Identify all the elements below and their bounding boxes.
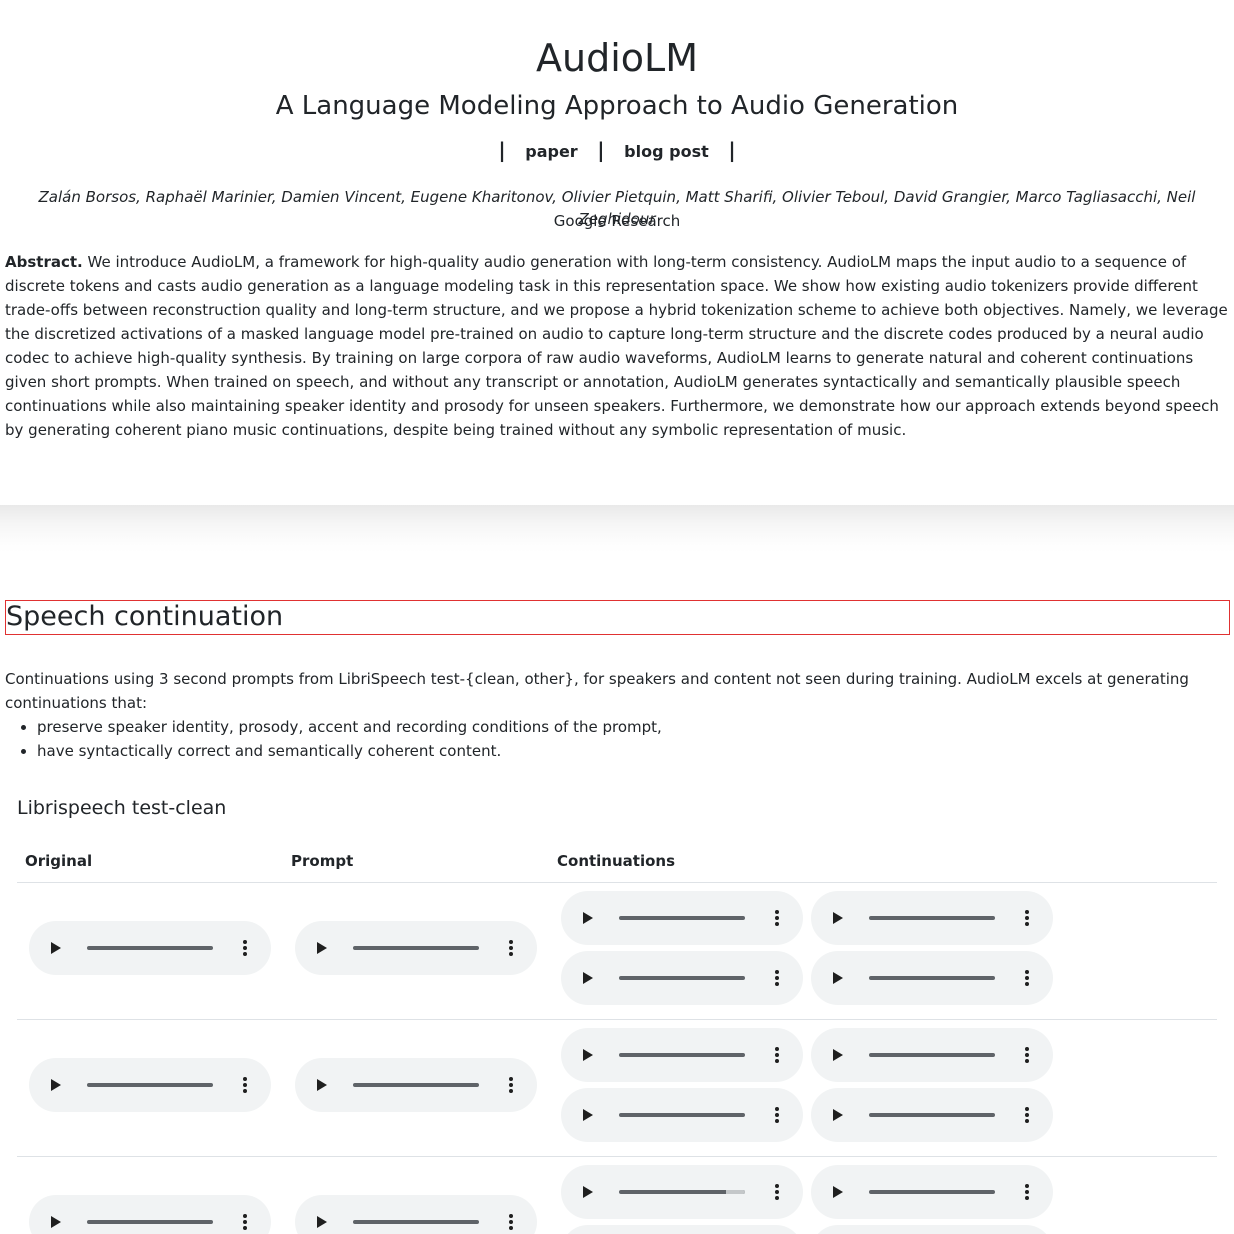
play-icon[interactable] — [833, 912, 843, 924]
section-intro: Continuations using 3 second prompts fro… — [5, 670, 1189, 712]
play-icon[interactable] — [833, 1049, 843, 1061]
section-heading-text: Speech continuation — [6, 601, 284, 632]
more-options-icon[interactable] — [1024, 970, 1030, 986]
subsection-heading: Librispeech test-clean — [17, 797, 227, 819]
page-title: AudioLM — [536, 36, 698, 80]
play-icon[interactable] — [317, 942, 327, 954]
seek-bar[interactable] — [353, 1220, 479, 1224]
link-separator: | — [597, 138, 605, 162]
play-icon[interactable] — [583, 1049, 593, 1061]
list-item: preserve speaker identity, prosody, acce… — [37, 715, 1234, 739]
more-options-icon[interactable] — [508, 1214, 514, 1230]
play-icon[interactable] — [833, 1109, 843, 1121]
more-options-icon[interactable] — [774, 910, 780, 926]
audio-player-original[interactable] — [29, 1195, 271, 1234]
seek-bar[interactable] — [619, 976, 745, 980]
more-options-icon[interactable] — [1024, 1107, 1030, 1123]
audio-player-prompt[interactable] — [295, 1195, 537, 1234]
seek-bar-unplayed — [726, 1190, 745, 1194]
audio-player-continuation[interactable] — [811, 891, 1053, 945]
seek-bar[interactable] — [869, 1053, 995, 1057]
seek-bar[interactable] — [87, 946, 213, 950]
seek-bar[interactable] — [869, 916, 995, 920]
seek-bar[interactable] — [87, 1220, 213, 1224]
audio-player-continuation[interactable] — [811, 951, 1053, 1005]
play-icon[interactable] — [51, 942, 61, 954]
column-header-prompt: Prompt — [291, 852, 354, 870]
blog-post-link[interactable]: blog post — [618, 142, 715, 161]
audio-player-continuation[interactable] — [811, 1028, 1053, 1082]
row-divider — [17, 1019, 1217, 1020]
feature-list: preserve speaker identity, prosody, acce… — [5, 715, 1234, 763]
play-icon[interactable] — [583, 912, 593, 924]
audio-player-continuation[interactable] — [561, 891, 803, 945]
play-icon[interactable] — [51, 1216, 61, 1228]
section-divider — [0, 505, 1234, 553]
more-options-icon[interactable] — [242, 1214, 248, 1230]
more-options-icon[interactable] — [508, 1077, 514, 1093]
more-options-icon[interactable] — [774, 1107, 780, 1123]
audio-player-continuation[interactable] — [561, 1088, 803, 1142]
column-header-continuations: Continuations — [557, 852, 676, 870]
play-icon[interactable] — [833, 1186, 843, 1198]
seek-bar[interactable] — [869, 1190, 995, 1194]
play-icon[interactable] — [833, 972, 843, 984]
audio-player-continuation[interactable] — [561, 951, 803, 1005]
more-options-icon[interactable] — [1024, 1184, 1030, 1200]
audio-player-continuation[interactable] — [811, 1088, 1053, 1142]
audio-player-continuation[interactable] — [811, 1225, 1053, 1234]
more-options-icon[interactable] — [242, 940, 248, 956]
play-icon[interactable] — [583, 1186, 593, 1198]
seek-bar[interactable] — [353, 946, 479, 950]
seek-bar[interactable] — [619, 1113, 745, 1117]
audio-player-continuation[interactable] — [561, 1165, 803, 1219]
audio-player-continuation[interactable] — [561, 1225, 803, 1234]
affiliation: Google Research — [553, 212, 681, 230]
row-divider — [17, 1156, 1217, 1157]
play-icon[interactable] — [583, 972, 593, 984]
audio-player-prompt[interactable] — [295, 1058, 537, 1112]
column-header-original: Original — [25, 852, 93, 870]
abstract-label: Abstract. — [5, 253, 83, 271]
page: AudioLM A Language Modeling Approach to … — [0, 0, 1234, 1234]
section-heading: Speech continuation — [5, 600, 1230, 635]
list-item: have syntactically correct and semantica… — [37, 739, 1234, 763]
audio-player-continuation[interactable] — [811, 1165, 1053, 1219]
page-subtitle: A Language Modeling Approach to Audio Ge… — [275, 91, 959, 121]
play-icon[interactable] — [317, 1216, 327, 1228]
seek-bar[interactable] — [869, 976, 995, 980]
more-options-icon[interactable] — [1024, 1047, 1030, 1063]
more-options-icon[interactable] — [774, 970, 780, 986]
audio-player-original[interactable] — [29, 921, 271, 975]
more-options-icon[interactable] — [774, 1047, 780, 1063]
more-options-icon[interactable] — [774, 1184, 780, 1200]
more-options-icon[interactable] — [508, 940, 514, 956]
seek-bar[interactable] — [87, 1083, 213, 1087]
seek-bar[interactable] — [353, 1083, 479, 1087]
link-separator: | — [498, 138, 506, 162]
link-separator: | — [728, 138, 736, 162]
more-options-icon[interactable] — [1024, 910, 1030, 926]
header-links: | paper | blog post | — [0, 138, 1234, 164]
play-icon[interactable] — [317, 1079, 327, 1091]
abstract-text: We introduce AudioLM, a framework for hi… — [5, 253, 1228, 439]
play-icon[interactable] — [51, 1079, 61, 1091]
table-header: Original Prompt Continuations — [17, 850, 1217, 883]
abstract: Abstract. We introduce AudioLM, a framew… — [5, 250, 1229, 442]
paper-link[interactable]: paper — [519, 142, 583, 161]
audio-player-prompt[interactable] — [295, 921, 537, 975]
play-icon[interactable] — [583, 1109, 593, 1121]
seek-bar[interactable] — [619, 1190, 745, 1194]
audio-player-continuation[interactable] — [561, 1028, 803, 1082]
seek-bar[interactable] — [869, 1113, 995, 1117]
seek-bar[interactable] — [619, 1053, 745, 1057]
audio-player-original[interactable] — [29, 1058, 271, 1112]
more-options-icon[interactable] — [242, 1077, 248, 1093]
seek-bar[interactable] — [619, 916, 745, 920]
